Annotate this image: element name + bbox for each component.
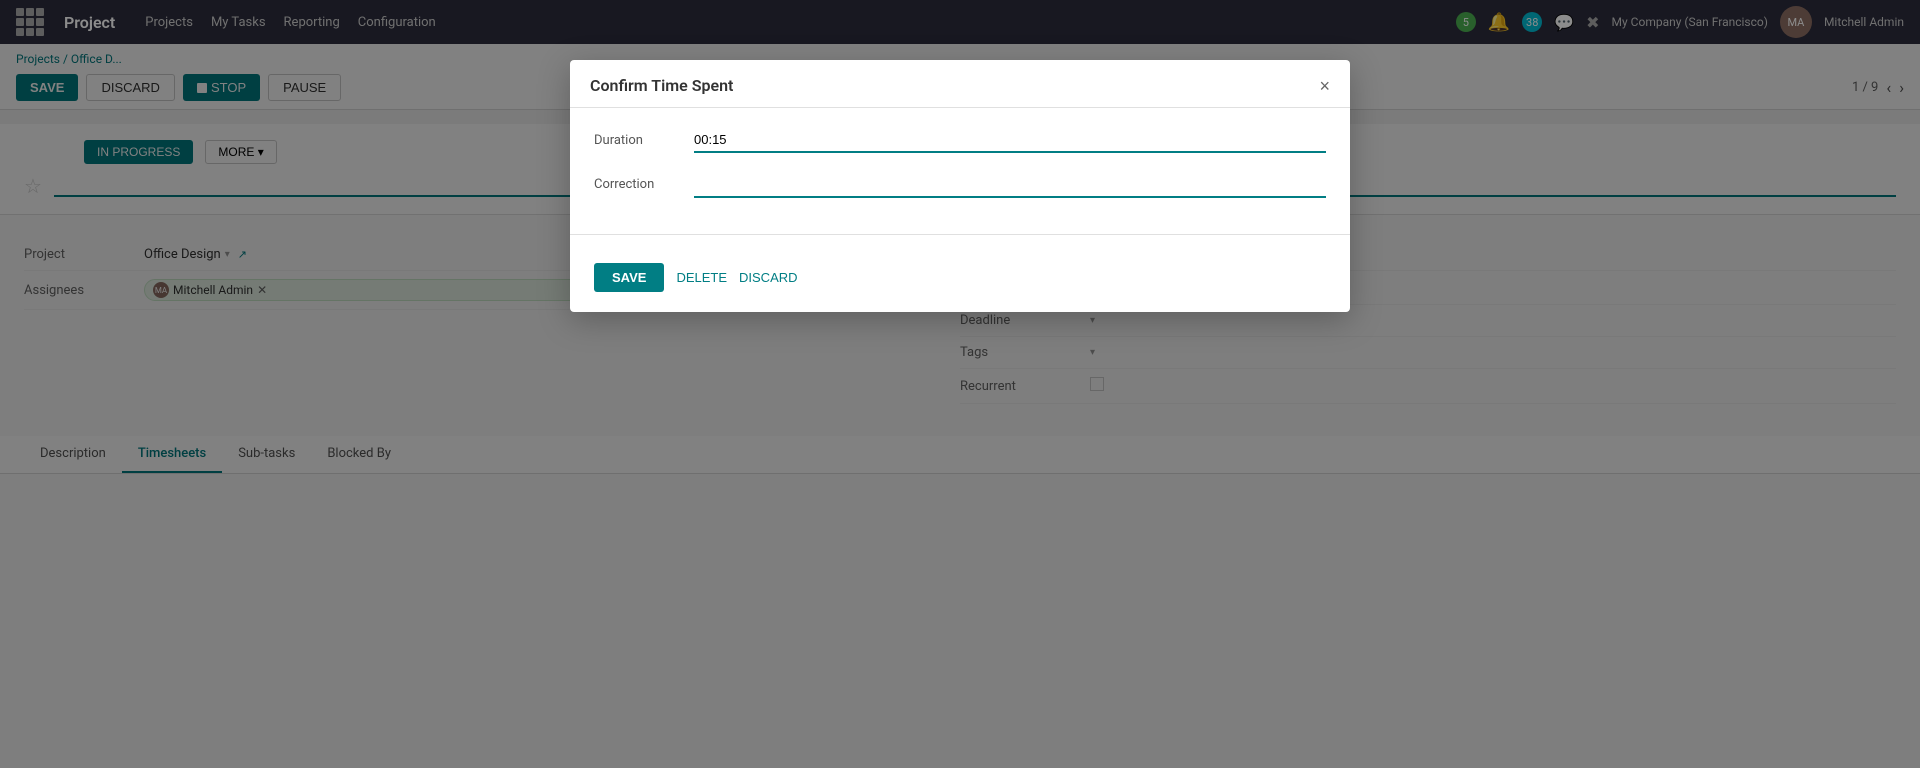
modal-delete-button[interactable]: DELETE bbox=[676, 270, 727, 285]
modal-header: Confirm Time Spent × bbox=[570, 60, 1350, 108]
duration-input[interactable] bbox=[694, 128, 1326, 153]
modal-discard-button[interactable]: DISCARD bbox=[739, 270, 798, 285]
correction-label: Correction bbox=[594, 173, 694, 192]
correction-input[interactable] bbox=[694, 173, 1326, 198]
duration-label: Duration bbox=[594, 133, 694, 148]
modal-close-button[interactable]: × bbox=[1319, 77, 1330, 95]
modal-overlay: Confirm Time Spent × Duration Correction… bbox=[0, 0, 1920, 768]
modal-confirm-time: Confirm Time Spent × Duration Correction… bbox=[570, 60, 1350, 312]
modal-title: Confirm Time Spent bbox=[590, 76, 733, 95]
correction-input-wrap bbox=[694, 173, 1326, 198]
correction-field-row: Correction bbox=[594, 173, 1326, 198]
modal-footer: SAVE DELETE DISCARD bbox=[570, 251, 1350, 312]
modal-divider bbox=[570, 234, 1350, 235]
modal-body: Duration Correction bbox=[570, 108, 1350, 226]
modal-save-button[interactable]: SAVE bbox=[594, 263, 664, 292]
duration-field-row: Duration bbox=[594, 128, 1326, 153]
